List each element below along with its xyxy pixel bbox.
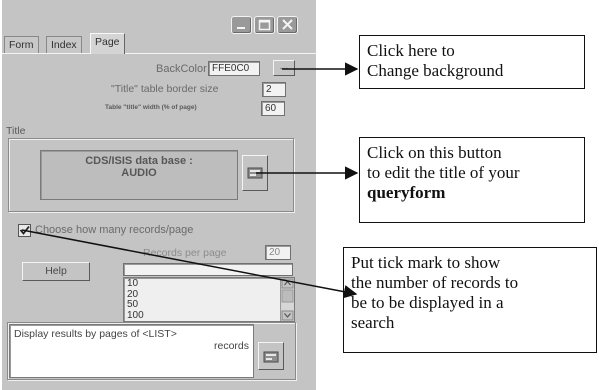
annotation-arrows (21, 62, 359, 299)
arrow-checkbox (21, 229, 358, 299)
tab-page[interactable]: Page (90, 33, 125, 54)
